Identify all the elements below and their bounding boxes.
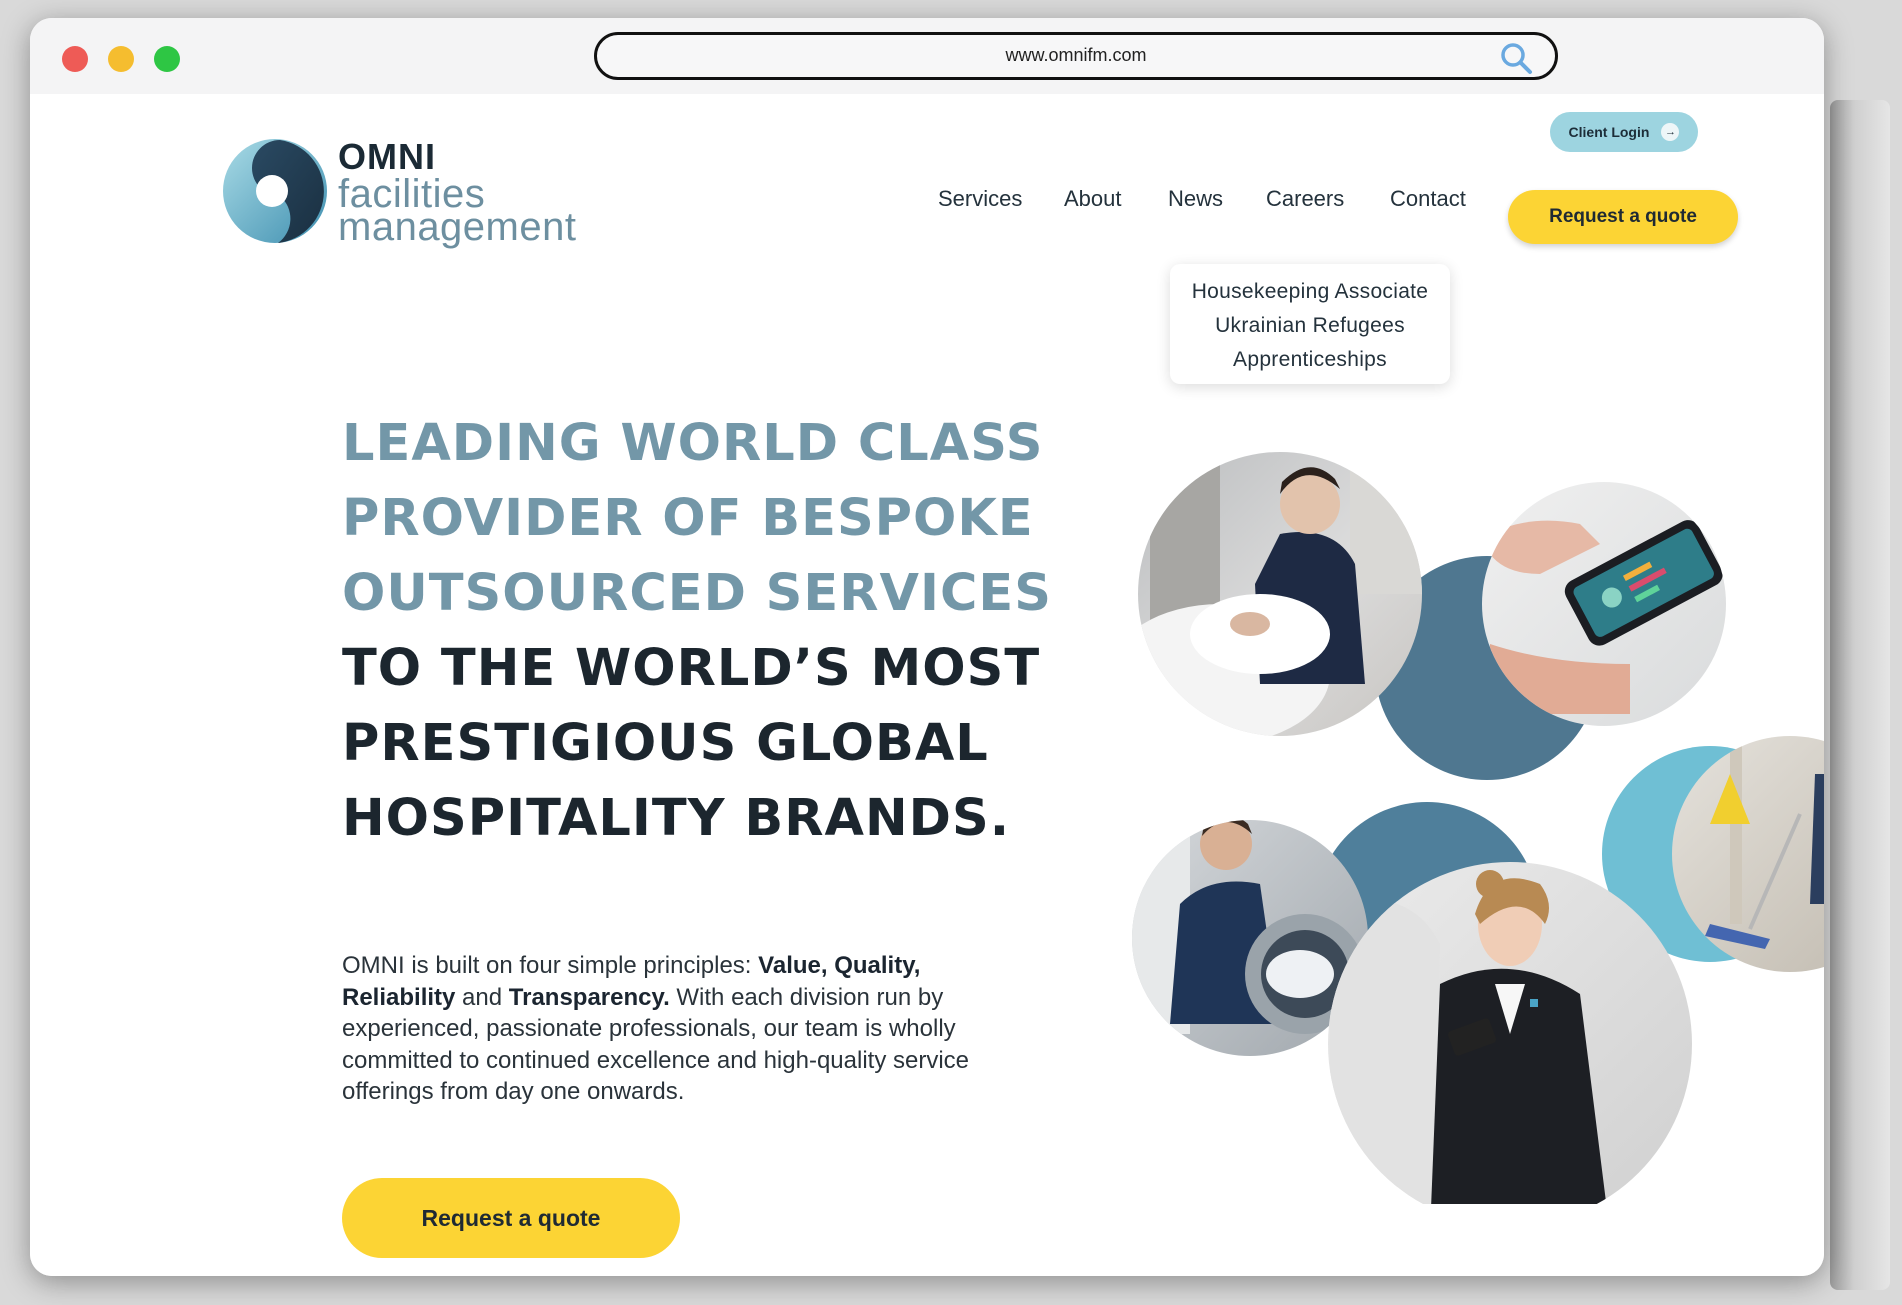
web-page: OMNI facilities management Client Login …: [30, 94, 1824, 1276]
backdrop-shadow: [1830, 100, 1890, 1290]
maximize-window-button[interactable]: [154, 46, 180, 72]
body-and: and: [455, 983, 509, 1011]
omni-logo[interactable]: OMNI facilities management: [220, 136, 610, 254]
collage-graphic: [1132, 452, 1824, 1226]
minimize-window-button[interactable]: [108, 46, 134, 72]
logo-mark-icon: [223, 139, 327, 243]
dropdown-item-ukrainian-refugees[interactable]: Ukrainian Refugees: [1170, 314, 1450, 338]
close-window-button[interactable]: [62, 46, 88, 72]
hero-headline: LEADING WORLD CLASS PROVIDER OF BESPOKE …: [342, 406, 1062, 856]
dropdown-item-housekeeping-associate[interactable]: Housekeeping Associate: [1170, 280, 1450, 304]
principle-reliability: Reliability: [342, 983, 456, 1011]
headline-line-1: LEADING WORLD CLASS: [342, 414, 1044, 473]
nav-contact[interactable]: Contact: [1390, 186, 1466, 212]
photo-collage: [1110, 384, 1824, 1226]
url-text: www.omnifm.com: [1005, 45, 1147, 65]
nav-careers[interactable]: Careers: [1266, 186, 1344, 212]
headline-line-2: PROVIDER OF BESPOKE: [342, 489, 1034, 548]
search-icon[interactable]: [1499, 41, 1533, 75]
request-quote-header-button[interactable]: Request a quote: [1508, 190, 1738, 244]
headline-line-6: HOSPITALITY BRANDS.: [342, 789, 1011, 848]
principle-value-quality: Value, Quality,: [758, 952, 921, 979]
dropdown-item-apprenticeships[interactable]: Apprenticeships: [1170, 348, 1450, 372]
browser-titlebar: www.omnifm.com: [30, 18, 1824, 94]
hero-body-text: OMNI is built on four simple principles:…: [342, 950, 1022, 1108]
client-login-label: Client Login: [1568, 124, 1650, 140]
address-bar[interactable]: www.omnifm.com: [594, 32, 1558, 80]
body-intro: OMNI is built on four simple principles:: [342, 952, 759, 979]
headline-line-3: OUTSOURCED SERVICES: [342, 564, 1052, 623]
nav-services[interactable]: Services: [938, 186, 1022, 212]
headline-line-5: PRESTIGIOUS GLOBAL: [342, 714, 989, 773]
headline-line-4: TO THE WORLD’S MOST: [342, 639, 1041, 698]
client-login-button[interactable]: Client Login →: [1550, 112, 1698, 152]
logo-tagline-2: management: [338, 205, 577, 249]
nav-about[interactable]: About: [1064, 186, 1122, 212]
nav-news[interactable]: News: [1168, 186, 1223, 212]
principle-transparency: Transparency.: [508, 983, 670, 1011]
browser-window: www.omnifm.com OMNI facilities managemen…: [30, 18, 1824, 1276]
request-quote-hero-button[interactable]: Request a quote: [342, 1178, 680, 1258]
arrow-right-icon: →: [1661, 123, 1680, 141]
careers-dropdown: Housekeeping Associate Ukrainian Refugee…: [1170, 264, 1450, 384]
